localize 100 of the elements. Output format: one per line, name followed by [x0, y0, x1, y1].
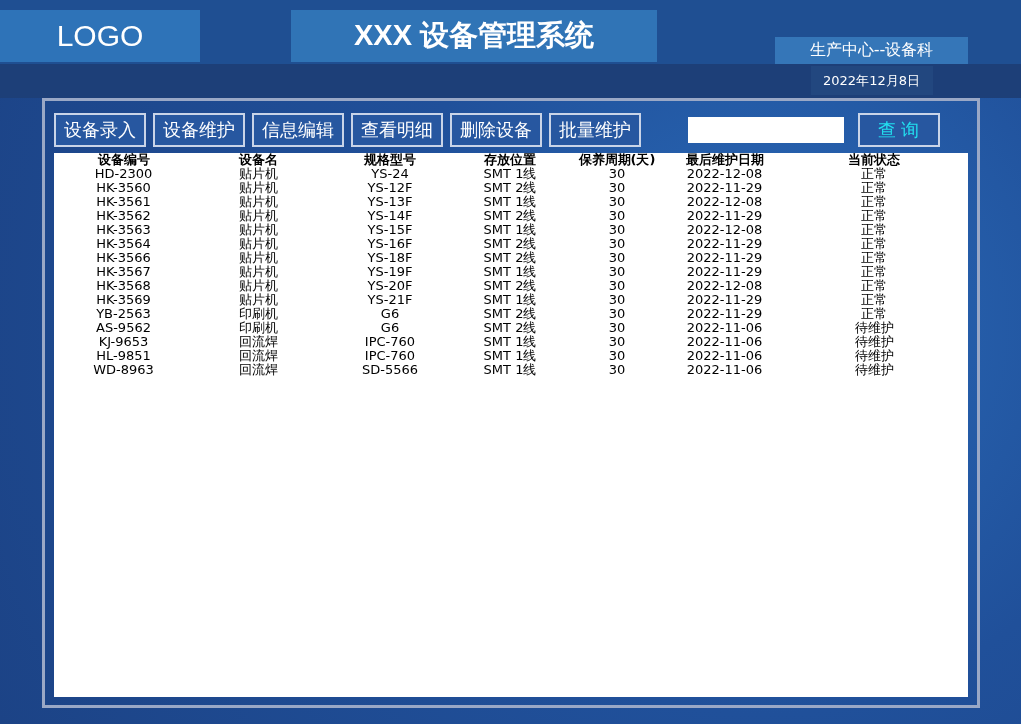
query-button[interactable]: 查 询: [858, 113, 940, 147]
table-cell-text: 正常: [860, 223, 888, 237]
table-cell-text: 正常: [860, 209, 888, 223]
table-cell-text: 正常: [860, 167, 888, 181]
toolbar-button[interactable]: 批量维护: [549, 113, 641, 147]
table-cell-text: 30: [607, 167, 627, 181]
table-cell-text: IPC-760: [363, 349, 417, 363]
table-cell-text: SMT 2线: [482, 307, 538, 321]
table-cell-text: YS-16F: [366, 237, 414, 251]
table-cell-text: 30: [607, 237, 627, 251]
table-cell-text: SMT 2线: [482, 181, 538, 195]
table-cell-text: YS-19F: [366, 265, 414, 279]
column-header: 设备编号: [96, 153, 151, 167]
table-cell-text: 贴片机: [237, 209, 279, 223]
table-cell-text: 待维护: [853, 335, 895, 349]
table-cell-text: YS-20F: [366, 279, 414, 293]
table-cell-text: HD-2300: [93, 167, 154, 181]
table-cell-text: SMT 1线: [482, 265, 538, 279]
column-header: 设备名: [237, 153, 279, 167]
column-header: 最后维护日期: [684, 153, 765, 167]
table-cell-text: 贴片机: [237, 223, 279, 237]
table-cell-text: 贴片机: [237, 237, 279, 251]
table-cell-text: 贴片机: [237, 167, 279, 181]
table-cell-text: 待维护: [853, 321, 895, 335]
table-cell-text: HK-3561: [95, 195, 152, 209]
column-header: 规格型号: [363, 153, 417, 167]
department-label: 生产中心--设备科: [775, 37, 968, 64]
table-cell-text: 贴片机: [237, 279, 279, 293]
table-cell-text: 30: [607, 181, 627, 195]
toolbar-button[interactable]: 信息编辑: [252, 113, 344, 147]
table-cell-text: HK-3562: [95, 209, 152, 223]
table-cell-text: 30: [607, 293, 627, 307]
table-cell-text: 2022-11-29: [685, 265, 764, 279]
table-cell-text: IPC-760: [363, 335, 417, 349]
table-cell-text: 2022-12-08: [685, 195, 764, 209]
table-cell-text: 贴片机: [237, 251, 279, 265]
table-cell-text: SMT 2线: [482, 321, 538, 335]
table-cell-text: HK-3567: [95, 265, 152, 279]
table-cell-text: 正常: [860, 279, 888, 293]
table-cell-text: 正常: [860, 265, 888, 279]
table-cell-text: YS-13F: [366, 195, 414, 209]
column-header: 保养周期(天): [577, 153, 657, 167]
column-header: 存放位置: [483, 153, 537, 167]
toolbar-button[interactable]: 设备录入: [54, 113, 146, 147]
table-cell-text: 30: [607, 209, 627, 223]
table-cell-text: 30: [607, 349, 627, 363]
table-cell-text: 正常: [860, 251, 888, 265]
table-cell-text: SMT 2线: [482, 237, 538, 251]
table-cell-text: 2022-11-29: [685, 237, 764, 251]
table-cell-text: SMT 1线: [482, 293, 538, 307]
table-cell-text: SMT 1线: [482, 223, 538, 237]
table-cell-text: 2022-11-06: [685, 349, 764, 363]
table-cell-text: SMT 2线: [482, 279, 538, 293]
table-cell-text: WD-8963: [92, 363, 155, 377]
table-cell-text: 30: [607, 265, 627, 279]
table-cell-text: SMT 1线: [482, 363, 538, 377]
table-cell-text: SD-5566: [360, 363, 419, 377]
table-cell-text: 2022-11-29: [685, 307, 764, 321]
table-cell-text: AS-9562: [95, 321, 152, 335]
table-cell-text: 30: [607, 251, 627, 265]
toolbar-button[interactable]: 查看明细: [351, 113, 443, 147]
table-cell-text: YS-24: [370, 167, 410, 181]
toolbar-button[interactable]: 设备维护: [153, 113, 245, 147]
search-field[interactable]: [688, 117, 844, 143]
table-cell-text: 30: [607, 195, 627, 209]
table-cell-text: SMT 2线: [482, 209, 538, 223]
table-cell-text: G6: [379, 321, 401, 335]
table-cell-text: 正常: [860, 293, 888, 307]
table-cell-text: 30: [607, 335, 627, 349]
table-cell-text: SMT 1线: [482, 167, 538, 181]
table-cell-text: 2022-11-06: [685, 363, 764, 377]
table-cell-text: 2022-11-29: [685, 209, 764, 223]
table-cell-text: 正常: [860, 195, 888, 209]
table-cell-text: 2022-11-29: [685, 181, 764, 195]
table-cell-text: HK-3560: [95, 181, 152, 195]
table-cell-text: YS-21F: [366, 293, 414, 307]
app-title: XXX 设备管理系统: [291, 10, 657, 62]
table-cell-text: HL-9851: [95, 349, 152, 363]
table-cell-text: 2022-11-06: [685, 335, 764, 349]
toolbar-button[interactable]: 删除设备: [450, 113, 542, 147]
table-cell-text: 印刷机: [237, 321, 279, 335]
column-header: 当前状态: [847, 153, 901, 167]
table-cell-text: SMT 2线: [482, 251, 538, 265]
table-cell-text: 30: [607, 279, 627, 293]
table-cell-text: 正常: [860, 237, 888, 251]
table-cell-text: 贴片机: [237, 265, 279, 279]
table-cell-text: YS-14F: [366, 209, 414, 223]
logo: LOGO: [0, 10, 200, 62]
table-cell-text: 回流焊: [237, 363, 279, 377]
table-cell-text: 正常: [860, 307, 888, 321]
table-cell-text: 2022-11-29: [685, 251, 764, 265]
table-cell-text: 印刷机: [237, 307, 279, 321]
table-cell-text: 30: [607, 321, 627, 335]
table-cell-text: 2022-12-08: [685, 223, 764, 237]
table-cell-text: HK-3564: [95, 237, 152, 251]
table-cell-text: 回流焊: [237, 349, 279, 363]
table-cell-text: G6: [379, 307, 401, 321]
table-cell-text: HK-3563: [95, 223, 152, 237]
table-cell-text: 待维护: [853, 349, 895, 363]
table-cell-text: 2022-12-08: [685, 279, 764, 293]
